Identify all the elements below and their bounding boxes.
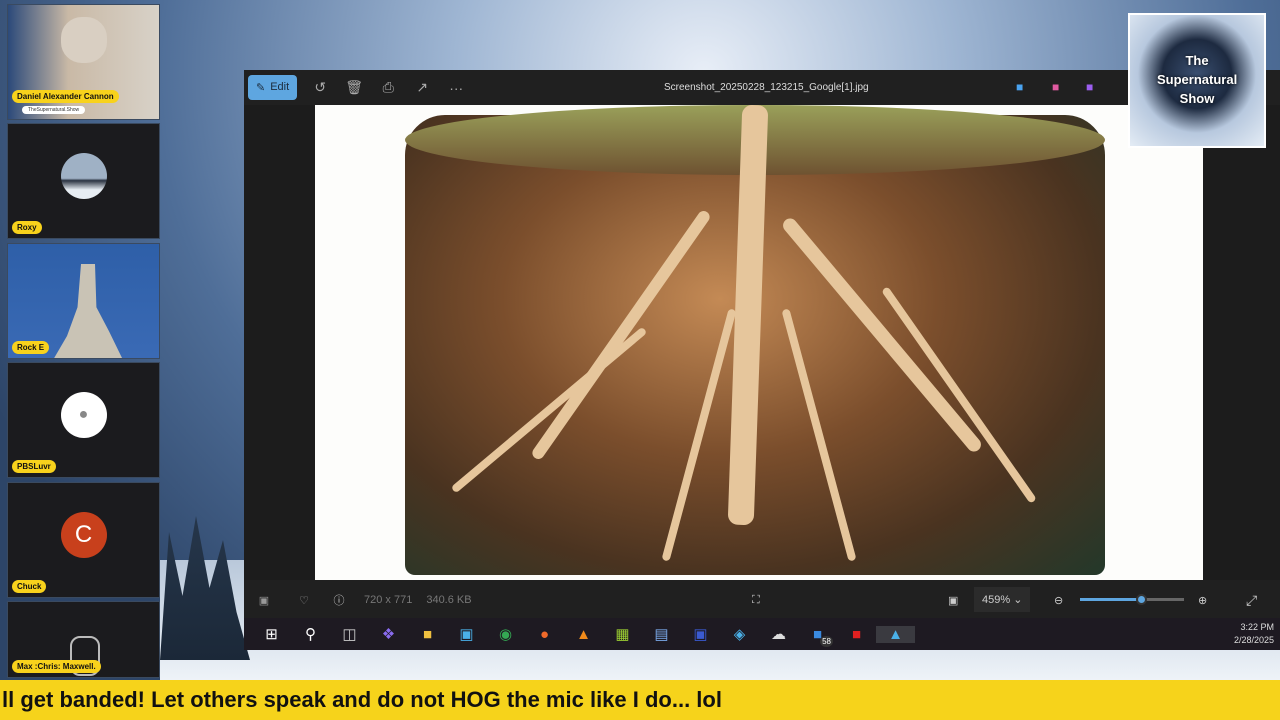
task-view-icon[interactable]: ◫ xyxy=(330,625,369,643)
participant-video xyxy=(60,16,107,63)
taskbar: ⊞ ⚲ ◫ ❖ ■ ▣ ◉ ● ▲ ▦ ▤ ▣ ◈ ☁ ■ 58 ■ ▲ 3:22… xyxy=(244,618,1280,650)
app-icon[interactable]: ◈ xyxy=(720,625,759,643)
filmstrip-icon[interactable]: ▣ xyxy=(244,594,284,607)
print-icon[interactable]: ⎙ xyxy=(371,79,405,96)
participant-tile[interactable]: ● PBSLuvr xyxy=(7,362,160,478)
clock[interactable]: 3:22 PM 2/28/2025 xyxy=(1234,621,1274,647)
info-icon[interactable]: ⓘ xyxy=(324,592,354,608)
ticker-banner: ll get banded! Let others speak and do n… xyxy=(0,680,1280,720)
photos-active-icon[interactable]: ▲ xyxy=(876,625,915,643)
file-name: Screenshot_20250228_123215_Google[1].jpg xyxy=(664,82,869,93)
participant-tile[interactable]: Daniel Alexander Cannon TheSupernatural.… xyxy=(7,4,160,120)
participant-tile[interactable]: C Chuck xyxy=(7,482,160,598)
rock-image xyxy=(53,264,123,358)
participant-subtitle: TheSupernatural.Show xyxy=(22,106,86,114)
edit-icon: ✎ xyxy=(256,82,266,94)
app-icon[interactable]: ☁ xyxy=(759,625,798,643)
search-icon[interactable]: ⚲ xyxy=(291,625,330,643)
app-icon[interactable]: ■ xyxy=(1052,80,1059,94)
firefox-icon[interactable]: ● xyxy=(525,626,564,643)
participant-name: Max :Chris: Maxwell. xyxy=(12,660,101,673)
photos-window: ✎ Edit ↺ 🗑 ⎙ ↗ ··· Screenshot_20250228_12… xyxy=(244,70,1280,650)
app-icon[interactable]: ▣ xyxy=(681,625,720,643)
show-logo: The Supernatural Show xyxy=(1128,13,1266,148)
delete-icon[interactable]: 🗑 xyxy=(337,79,371,96)
fullscreen-icon[interactable]: ⤢ xyxy=(1246,592,1257,609)
participant-name: Rock E xyxy=(12,341,50,354)
chrome-icon[interactable]: ◉ xyxy=(486,625,525,643)
dimensions: 720 x 771 xyxy=(364,594,413,606)
slider-thumb[interactable] xyxy=(1136,594,1147,605)
fit-icon[interactable]: ▣ xyxy=(948,594,958,607)
participant-name: PBSLuvr xyxy=(12,460,56,473)
notepad-icon[interactable]: ▦ xyxy=(603,625,642,643)
more-icon[interactable]: ··· xyxy=(439,80,473,96)
edit-button[interactable]: ✎ Edit xyxy=(248,75,298,100)
favorite-icon[interactable]: ♡ xyxy=(284,594,324,607)
photos-app-icon[interactable]: ▣ xyxy=(447,625,486,643)
scan-icon[interactable]: ⛶ xyxy=(752,594,760,607)
zoom-dropdown[interactable]: 459% ⌄ xyxy=(974,587,1031,612)
rotate-icon[interactable]: ↺ xyxy=(303,79,337,96)
file-size: 340.6 KB xyxy=(426,594,472,606)
root-illustration xyxy=(315,105,1203,580)
participant-tile[interactable]: Rock E xyxy=(7,243,160,359)
app-icon[interactable]: ■ 58 xyxy=(798,626,837,647)
start-icon[interactable]: ⊞ xyxy=(252,625,291,643)
file-explorer-icon[interactable]: ■ xyxy=(408,626,447,643)
image-canvas[interactable] xyxy=(244,105,1280,580)
participant-initial: C xyxy=(60,512,107,558)
viewer-toolbar: ✎ Edit ↺ 🗑 ⎙ ↗ ··· Screenshot_20250228_12… xyxy=(244,70,1280,105)
participant-tile[interactable]: Max :Chris: Maxwell. xyxy=(7,601,160,678)
participant-tile[interactable]: Roxy xyxy=(7,123,160,239)
copilot-icon[interactable]: ❖ xyxy=(369,625,408,643)
user-icon: ● xyxy=(60,392,107,438)
app-icon[interactable]: ■ xyxy=(1016,80,1023,94)
app-icon[interactable]: ■ xyxy=(837,626,876,643)
notification-badge: 58 xyxy=(820,635,833,647)
participant-name: Chuck xyxy=(12,580,47,593)
participant-name: Roxy xyxy=(12,221,42,234)
zoom-out-icon[interactable]: ⊖ xyxy=(1054,594,1063,607)
share-icon[interactable]: ↗ xyxy=(405,79,439,96)
zoom-in-icon[interactable]: ⊕ xyxy=(1198,594,1207,607)
app-icon[interactable]: ■ xyxy=(1086,80,1093,94)
vlc-icon[interactable]: ▲ xyxy=(564,626,603,643)
participant-name: Daniel Alexander Cannon xyxy=(12,90,119,103)
word-doc-icon[interactable]: ▤ xyxy=(642,625,681,643)
viewer-bottom-bar: ▣ ♡ ⓘ 720 x 771 340.6 KB ⛶ ▣ 459% ⌄ ⊖ ⊕ … xyxy=(244,582,1280,618)
participant-avatar xyxy=(60,153,107,199)
zoom-slider[interactable] xyxy=(1080,594,1184,605)
